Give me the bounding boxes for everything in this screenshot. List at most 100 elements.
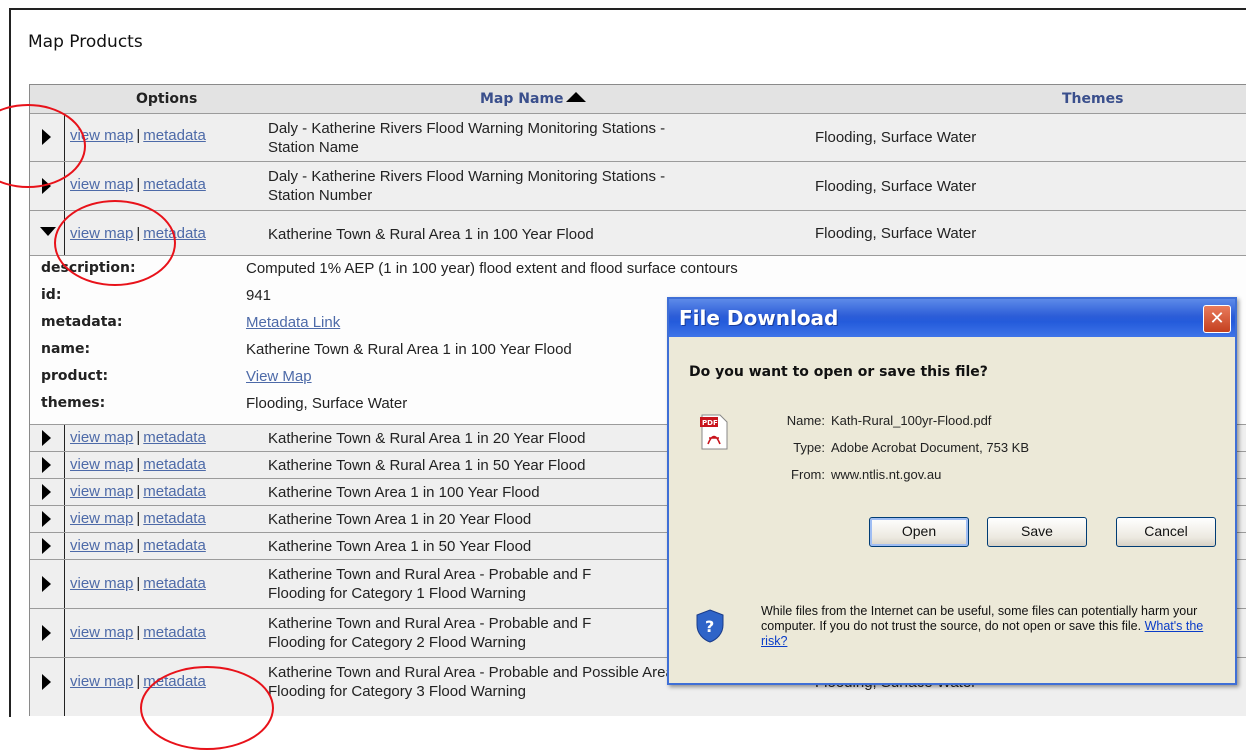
save-button[interactable]: Save [987,517,1087,547]
open-button[interactable]: Open [869,517,969,547]
dialog-title-bar[interactable]: File Download ✕ [669,299,1235,337]
view-map-link[interactable]: view map [70,537,133,554]
cancel-button[interactable]: Cancel [1116,517,1216,547]
expand-toggle[interactable] [30,533,65,559]
sort-ascending-icon[interactable] [565,92,586,102]
metadata-link[interactable]: metadata [143,575,206,592]
name-value: Katherine Town & Rural Area 1 in 100 Yea… [246,341,572,358]
row-links: view map | metadata [70,429,206,446]
expand-toggle[interactable] [30,425,65,451]
map-name: Katherine Town and Rural Area - Probable… [268,566,592,602]
expand-arrow-icon[interactable] [42,674,51,690]
expand-arrow-icon[interactable] [42,538,51,554]
row-links: view map | metadata [70,673,206,690]
row-links: view map | metadata [70,225,206,242]
header-map-name-label[interactable]: Map Name [480,91,564,107]
metadata-link[interactable]: metadata [143,456,206,473]
pdf-file-icon: PDF [700,414,728,450]
expand-arrow-icon[interactable] [42,129,51,145]
view-map-link[interactable]: view map [70,456,133,473]
expand-arrow-icon[interactable] [42,178,51,194]
expand-arrow-icon[interactable] [42,576,51,592]
view-map-link[interactable]: view map [70,225,133,242]
description-label: description: [41,260,136,276]
metadata-link[interactable]: metadata [143,510,206,527]
view-map-link[interactable]: view map [70,429,133,446]
expand-toggle[interactable] [30,452,65,478]
view-map-link[interactable]: view map [70,127,133,144]
file-download-dialog: File Download ✕ Do you want to open or s… [667,297,1237,685]
header-options: Options [136,91,198,107]
expand-toggle[interactable] [30,658,65,716]
close-icon[interactable]: ✕ [1203,305,1231,333]
metadata-label: metadata: [41,314,123,330]
metadata-link[interactable]: metadata [143,225,206,242]
product-view-map-link[interactable]: View Map [246,368,312,385]
expand-toggle[interactable] [30,162,65,210]
view-map-link[interactable]: view map [70,575,133,592]
row-links: view map | metadata [70,575,206,592]
file-from-row: From: www.ntlis.nt.gov.au [791,467,942,482]
map-name: Katherine Town and Rural Area - Probable… [268,664,698,700]
collapse-toggle[interactable] [30,211,65,255]
security-shield-icon: ? [696,609,724,643]
collapse-arrow-icon[interactable] [40,227,56,236]
warning-text: While files from the Internet can be use… [761,604,1198,633]
map-name: Daly - Katherine Rivers Flood Warning Mo… [268,120,666,156]
expand-toggle[interactable] [30,114,65,161]
row-links: view map | metadata [70,624,206,641]
file-type-value: Adobe Acrobat Document, 753 KB [831,440,1030,455]
themes-label: themes: [41,395,106,411]
file-type-row: Type: Adobe Acrobat Document, 753 KB [793,440,1030,455]
map-name: Katherine Town & Rural Area 1 in 20 Year… [268,430,586,447]
expand-arrow-icon[interactable] [42,625,51,641]
metadata-value: Metadata Link [246,314,340,331]
themes-value: Flooding, Surface Water [246,395,408,412]
view-map-link[interactable]: view map [70,176,133,193]
row-links: view map | metadata [70,456,206,473]
id-value: 941 [246,287,272,304]
view-map-link[interactable]: view map [70,510,133,527]
expand-toggle[interactable] [30,560,65,608]
id-label: id: [41,287,62,303]
view-map-link[interactable]: view map [70,483,133,500]
expand-arrow-icon[interactable] [42,430,51,446]
row-links: view map | metadata [70,483,206,500]
row-links: view map | metadata [70,510,206,527]
metadata-link[interactable]: metadata [143,483,206,500]
metadata-link[interactable]: metadata [143,429,206,446]
product-value: View Map [246,368,312,385]
header-themes[interactable]: Themes [1062,91,1123,107]
metadata-link[interactable]: metadata [143,176,206,193]
file-from-value: www.ntlis.nt.gov.au [831,467,942,482]
table-row-expanded: view map | metadata Katherine Town & Rural… [30,211,1246,256]
expand-arrow-icon[interactable] [42,457,51,473]
product-label: product: [41,368,109,384]
table-row: view map | metadata Daly - Katherine River… [30,162,1246,211]
expand-toggle[interactable] [30,506,65,532]
metadata-link[interactable]: metadata [143,624,206,641]
expand-toggle[interactable] [30,609,65,657]
row-themes: Flooding, Surface Water [815,225,977,242]
expand-toggle[interactable] [30,479,65,505]
expand-arrow-icon[interactable] [42,511,51,527]
security-warning: While files from the Internet can be use… [761,604,1221,649]
view-map-link[interactable]: view map [70,673,133,690]
metadata-link[interactable]: metadata [143,127,206,144]
expand-arrow-icon[interactable] [42,484,51,500]
metadata-detail-link[interactable]: Metadata Link [246,314,340,331]
map-name: Daly - Katherine Rivers Flood Warning Mo… [268,168,666,204]
row-links: view map | metadata [70,537,206,554]
dialog-title: File Download [679,306,839,330]
map-name: Katherine Town & Rural Area 1 in 100 Yea… [268,226,594,243]
metadata-link[interactable]: metadata [143,673,206,690]
page-title: Map Products [28,32,143,52]
map-name: Katherine Town Area 1 in 20 Year Flood [268,511,532,528]
dialog-question: Do you want to open or save this file? [689,364,988,380]
view-map-link[interactable]: view map [70,624,133,641]
header-map-name[interactable]: Map Name [480,91,586,107]
table-header: Options Map Name Themes [30,85,1246,114]
map-name: Katherine Town and Rural Area - Probable… [268,615,592,651]
metadata-link[interactable]: metadata [143,537,206,554]
file-name-value: Kath-Rural_100yr-Flood.pdf [831,413,992,428]
